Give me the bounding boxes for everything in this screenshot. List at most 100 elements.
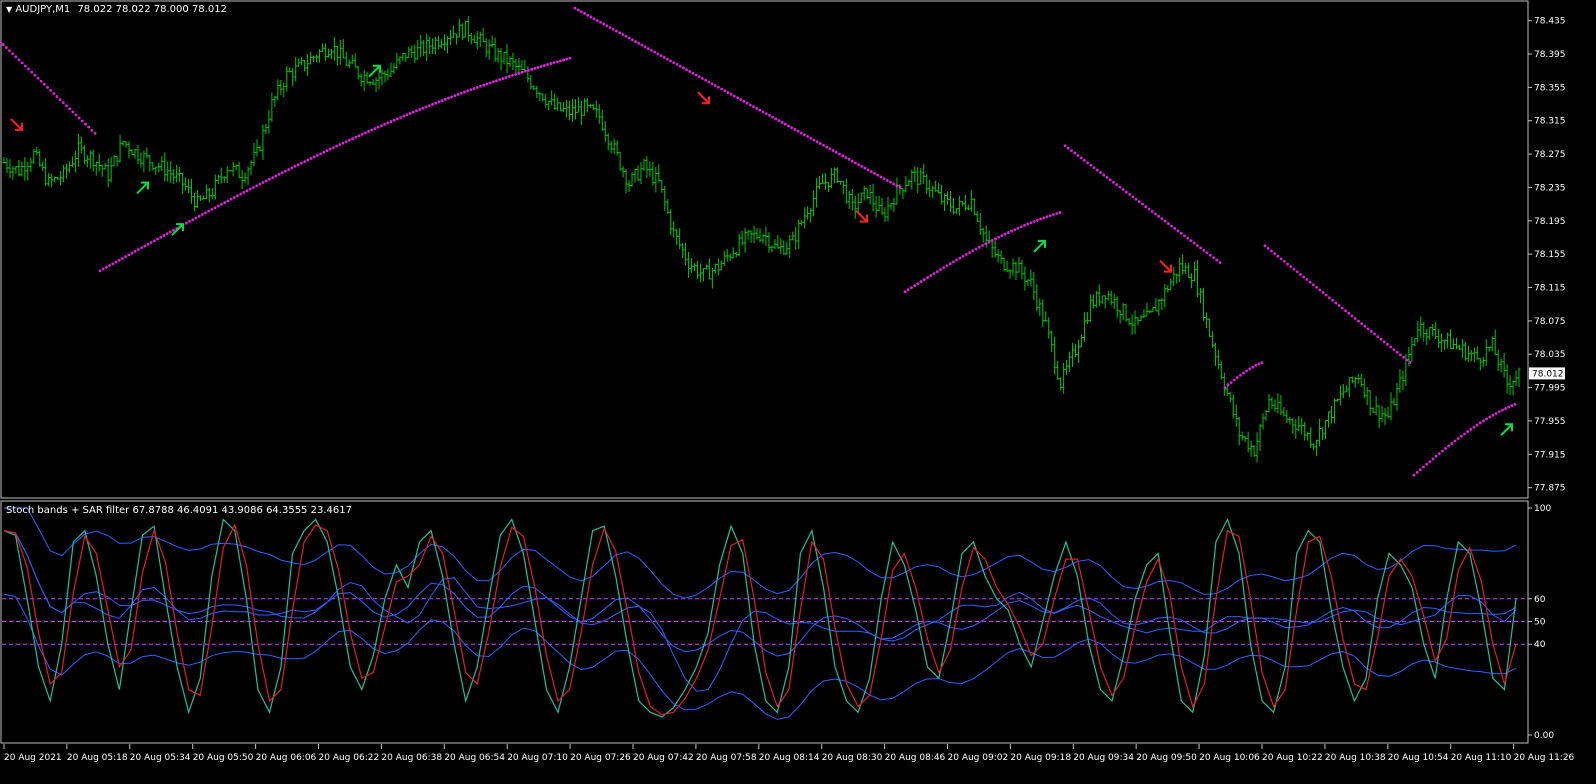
sar-dot (1026, 222, 1030, 226)
sar-dot (662, 55, 666, 59)
sar-dot (1324, 293, 1328, 297)
sar-dot (152, 239, 156, 243)
time-tick-label: 20 Aug 11:26 (1514, 753, 1575, 763)
sar-dot (1266, 247, 1270, 250)
sar-dot (1447, 444, 1451, 448)
sar-dot (1289, 265, 1293, 268)
sar-dot (1254, 364, 1258, 367)
sar-dot (1389, 345, 1393, 349)
sar-dot (656, 52, 660, 56)
sar-dot (1357, 319, 1360, 323)
sar-dot (777, 119, 781, 123)
sar-dot (517, 71, 521, 75)
sar-dot (1045, 215, 1049, 219)
sar-dot (844, 156, 848, 159)
sar-dot (440, 99, 444, 102)
sar-dot (850, 159, 854, 163)
indicator-tick-label: 100 (1534, 504, 1551, 514)
sar-dot (367, 130, 370, 133)
sar-dot (1482, 419, 1485, 423)
sar-dot (332, 146, 335, 150)
sar-dot (1079, 156, 1083, 160)
sar-dot (895, 184, 899, 188)
sar-dot (207, 209, 211, 213)
time-tick-label: 20 Aug 06:22 (319, 753, 380, 763)
sar-dot (646, 47, 650, 50)
arrow-down-shape (855, 209, 868, 223)
indicator-values: 67.8788 46.4091 43.9086 64.3555 23.4617 (132, 505, 352, 516)
sar-dot (1488, 415, 1492, 419)
sar-dot (1360, 322, 1364, 326)
sar-dot (968, 251, 971, 254)
sar-dot (952, 260, 955, 264)
sar-dot (710, 82, 714, 86)
sar-dot (1363, 324, 1367, 328)
sar-dot (229, 197, 233, 201)
sar-dot (204, 211, 207, 215)
time-tick-label: 20 Aug 10:22 (1262, 753, 1323, 763)
sar-dot (1095, 168, 1099, 172)
sar-dot (501, 77, 505, 80)
sar-dot (543, 64, 546, 67)
price-tick-label: 78.115 (1534, 284, 1566, 294)
arrow-down-shape (1159, 259, 1172, 273)
time-tick-label: 20 Aug 05:34 (130, 753, 191, 763)
sar-dot (736, 96, 739, 100)
sar-dot (1215, 258, 1219, 262)
sar-dot (910, 286, 913, 290)
sar-dot (1398, 353, 1402, 357)
sar-dot (1212, 256, 1215, 260)
sar-dot (511, 73, 514, 77)
sar-dot (1386, 343, 1389, 346)
sar-dot (127, 253, 131, 257)
axis-layer: 78.435 78.395 78.355 78.315 78.275 78.235 78.1… (3, 17, 1575, 763)
symbol-label: AUDJPY,M1 (15, 4, 71, 15)
sar-dot (101, 267, 105, 271)
sar-dot (1173, 227, 1177, 230)
indicator-tick-label: 50 (1534, 618, 1546, 628)
sar-dot (213, 206, 217, 210)
sar-dot (913, 284, 917, 288)
sar-dot (666, 57, 669, 61)
sar-dot (822, 143, 825, 147)
sar-dot (853, 161, 857, 165)
sar-dot (873, 171, 876, 175)
main-header: ▼ AUDJPY,M1 78.022 78.022 78.000 78.012 (6, 4, 227, 15)
price-tick-label: 78.315 (1534, 117, 1566, 127)
sar-dot (1147, 207, 1151, 211)
collapse-triangle-icon[interactable]: ▼ (6, 5, 12, 14)
time-tick-label: 20 Aug 10:38 (1325, 753, 1386, 763)
chart-canvas[interactable]: 78.435 78.395 78.355 78.315 78.275 78.235 78.1… (0, 0, 1596, 780)
time-tick-label: 20 Aug 07:58 (696, 753, 757, 763)
sar-dot (124, 255, 127, 259)
sar-dot (806, 135, 809, 138)
sar-dot (1292, 267, 1296, 271)
sar-dot (39, 79, 43, 83)
sar-dot (643, 45, 647, 49)
sar-dot (1305, 278, 1309, 281)
sar-dot (1282, 259, 1286, 263)
sar-dot (149, 241, 153, 244)
sar-dot (239, 192, 243, 196)
sar-dot (495, 79, 498, 83)
sar-dot (159, 235, 163, 239)
sar-dot (87, 125, 91, 129)
sar-dot (990, 239, 994, 242)
sar-dot (194, 216, 198, 220)
time-tick-label: 20 Aug 09:18 (1010, 753, 1071, 763)
sar-dot (1513, 402, 1517, 406)
sar-dot (974, 247, 978, 251)
sar-dot (491, 80, 495, 84)
arrow-up-icon (1033, 239, 1046, 253)
sar-dot (1412, 473, 1416, 477)
sar-dot (411, 110, 415, 114)
chart-window[interactable]: 78.435 78.395 78.355 78.315 78.275 78.235 78.1… (0, 0, 1596, 780)
sar-dot (549, 62, 553, 65)
sar-dot (268, 177, 271, 181)
sar-dot (796, 129, 800, 133)
main-price-layer (0, 6, 1521, 477)
sar-dot (485, 82, 489, 86)
sar-dot (1141, 202, 1144, 206)
sar-dot (697, 75, 701, 79)
arrow-up-shape (1500, 423, 1513, 436)
